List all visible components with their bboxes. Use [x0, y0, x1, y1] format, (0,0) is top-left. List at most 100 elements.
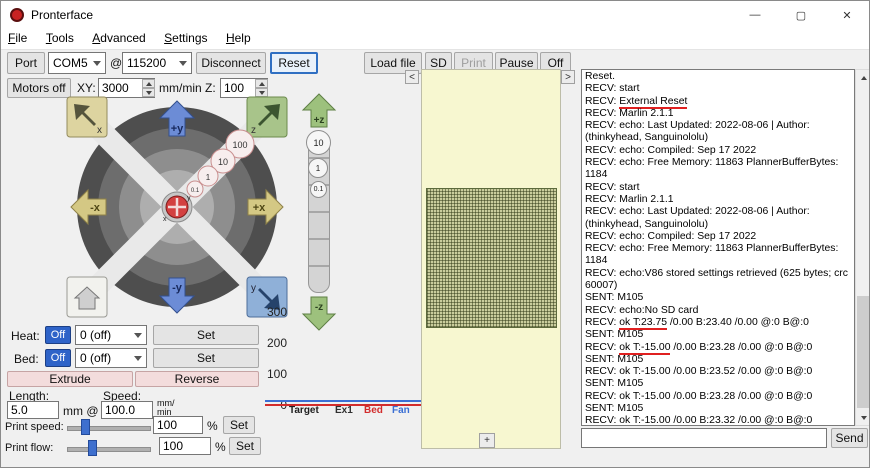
menubar: File Tools Advanced Settings Help [1, 29, 869, 50]
bed-off-button[interactable]: Off [45, 349, 71, 367]
extrude-speed-input[interactable] [101, 401, 153, 419]
log-line: SENT: M105 [585, 292, 851, 304]
jog-center-target[interactable]: y x [162, 192, 192, 223]
port-button[interactable]: Port [7, 52, 45, 74]
jog-minus-y-label: -y [172, 282, 183, 294]
chevron-down-icon [179, 61, 187, 66]
jog-plus-x-label: +x [253, 202, 266, 214]
home-z-label: z [251, 125, 256, 136]
z-step-1-badge[interactable]: 1 [308, 158, 328, 178]
command-input[interactable] [581, 428, 827, 448]
z-plus-button[interactable]: +z [301, 91, 337, 129]
print-speed-set-button[interactable]: Set [223, 416, 255, 434]
menu-file[interactable]: File [1, 29, 34, 49]
chevron-down-icon [134, 356, 142, 361]
send-button[interactable]: Send [831, 428, 868, 448]
chevron-down-icon [93, 61, 101, 66]
bed-label: Bed: [14, 352, 39, 366]
print-flow-label: Print flow: [5, 442, 53, 454]
menu-tools[interactable]: Tools [39, 29, 81, 49]
print-flow-slider[interactable] [67, 439, 151, 457]
log-line: RECV: ok T:-15.00 /0.00 B:23.52 /0.00 @:… [585, 366, 851, 378]
gcode-viewer-panel [421, 69, 561, 449]
bed-set-button[interactable]: Set [153, 348, 259, 368]
window-title: Pronterface [31, 8, 93, 22]
log-line: RECV: echo: Compiled: Sep 17 2022 [585, 231, 851, 243]
at-label: @ [110, 56, 122, 70]
log-line: RECV: echo:V86 stored settings retrieved… [585, 268, 851, 293]
extrude-length-input[interactable] [7, 401, 59, 419]
app-icon [10, 8, 24, 22]
scroll-up-icon[interactable] [856, 70, 870, 85]
heat-off-button[interactable]: Off [45, 326, 71, 344]
home-all-button[interactable] [67, 277, 107, 317]
log-line: Reset. [585, 71, 851, 83]
log-line: RECV: echo:No SD card [585, 305, 851, 317]
jog-minus-x-label: -x [90, 202, 101, 214]
scroll-down-icon[interactable] [856, 410, 870, 425]
home-y-label: y [251, 283, 256, 294]
log-output[interactable]: Reset.RECV: startRECV: External ResetREC… [581, 69, 855, 426]
z-plus-label: +z [314, 115, 325, 126]
svg-text:100: 100 [232, 140, 247, 150]
svg-text:y: y [187, 195, 191, 202]
heat-set-button[interactable]: Set [153, 325, 259, 345]
log-line: RECV: ok T:-15.00 /0.00 B:23.32 /0.00 @:… [585, 415, 851, 426]
port-select[interactable]: COM5 [48, 52, 106, 74]
log-line: RECV: Marlin 2.1.1 [585, 194, 851, 206]
titlebar: Pronterface — ▢ ✕ [1, 1, 869, 29]
scrollbar-thumb[interactable] [857, 296, 869, 408]
pronterface-window: Pronterface — ▢ ✕ File Tools Advanced Se… [0, 0, 870, 468]
log-line: RECV: echo: Free Memory: 11863 PlannerBu… [585, 243, 851, 268]
svg-text:1: 1 [206, 173, 211, 182]
print-speed-slider[interactable] [67, 418, 151, 436]
log-line: RECV: start [585, 182, 851, 194]
close-icon[interactable]: ✕ [824, 1, 870, 29]
heat-temp-select[interactable]: 0 (off) [75, 325, 147, 345]
log-line: SENT: M105 [585, 378, 851, 390]
baud-select[interactable]: 115200 [122, 52, 192, 74]
disconnect-button[interactable]: Disconnect [196, 52, 266, 74]
graph-tick-200: 200 [261, 336, 287, 350]
bed-temp-line [265, 400, 421, 402]
home-x-button[interactable]: x [67, 97, 107, 137]
extrude-button[interactable]: Extrude [7, 371, 133, 387]
log-line: RECV: echo: Compiled: Sep 17 2022 [585, 145, 851, 157]
print-flow-set-button[interactable]: Set [229, 437, 261, 455]
slider-thumb[interactable] [88, 440, 97, 456]
zoom-in-button[interactable]: + [479, 433, 495, 448]
chevron-down-icon [134, 333, 142, 338]
z-step-01-badge[interactable]: 0.1 [310, 181, 327, 198]
log-line: SENT: M105 [585, 329, 851, 341]
collapse-left-button[interactable]: < [405, 70, 419, 84]
heat-label: Heat: [11, 329, 40, 343]
bed-temp-select[interactable]: 0 (off) [75, 348, 147, 368]
menu-advanced[interactable]: Advanced [85, 29, 152, 49]
port-select-value: COM5 [53, 56, 88, 70]
log-line: RECV: echo: Free Memory: 11863 PlannerBu… [585, 157, 851, 182]
slider-thumb[interactable] [81, 419, 90, 435]
baud-select-value: 115200 [127, 56, 166, 70]
menu-settings[interactable]: Settings [157, 29, 214, 49]
log-line: RECV: ok T:-15.00 /0.00 B:23.28 /0.00 @:… [585, 391, 851, 403]
print-flow-input[interactable] [159, 437, 211, 455]
print-bed-grid[interactable] [426, 188, 557, 328]
log-line: SENT: M105 [585, 403, 851, 415]
svg-text:x: x [163, 216, 167, 223]
reset-button[interactable]: Reset [270, 52, 318, 74]
menu-help[interactable]: Help [219, 29, 258, 49]
minimize-icon[interactable]: — [732, 1, 778, 29]
jog-plus-y-label: +y [171, 123, 184, 135]
jog-pad: x z y +y -y -x +x [61, 91, 293, 323]
z-step-10-badge[interactable]: 10 [306, 130, 331, 155]
maximize-icon[interactable]: ▢ [778, 1, 824, 29]
log-scrollbar[interactable] [855, 69, 870, 426]
legend-target: Target [289, 405, 319, 416]
legend-bed: Bed [364, 405, 383, 416]
log-line: RECV: ok T:23.75 /0.00 B:23.40 /0.00 @:0… [585, 317, 851, 329]
home-z-button[interactable]: z [247, 97, 287, 137]
collapse-right-button[interactable]: > [561, 70, 575, 84]
temp-graph: 300 200 100 0 Target Ex1 Bed Fan [261, 303, 421, 421]
print-speed-input[interactable] [153, 416, 203, 434]
reverse-button[interactable]: Reverse [135, 371, 259, 387]
